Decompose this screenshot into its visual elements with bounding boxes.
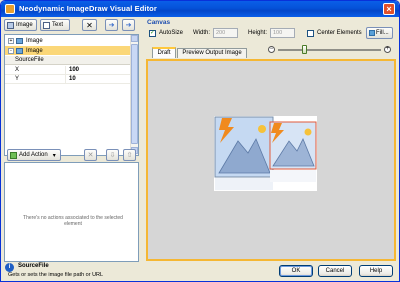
move-action-down-button[interactable]: ⇩ [106,149,119,161]
window-title: Neodynamic ImageDraw Visual Editor [19,4,157,13]
cancel-button[interactable]: Cancel [318,265,352,277]
property-key: X [15,67,20,73]
help-button[interactable]: Help [359,265,393,277]
property-help-description: Gets or sets the image file path or URL [8,272,104,278]
image-icon [7,21,14,29]
move-element-down-button[interactable]: ➔ [105,19,118,31]
property-value[interactable]: 10 [69,75,76,84]
add-text-button[interactable]: Text [40,19,70,31]
no-actions-message: There's no actions associated to the sel… [23,215,123,227]
canvas-panel: Canvas ✓ AutoSize Width: 200 Height: 100… [146,19,397,263]
info-icon: i [5,263,14,272]
tab-preview-output-image[interactable]: Preview Output Image [177,48,247,58]
tree-scrollbar[interactable] [130,35,138,155]
text-icon [43,21,50,29]
tree-item-selected[interactable]: - Image [5,46,131,55]
actions-list: There's no actions associated to the sel… [4,162,139,262]
delete-action-button[interactable]: ✕ [84,149,97,161]
tab-draft[interactable]: Draft [152,47,176,58]
actions-toolbar: Add Action ▾ ✕ ⇩ ⇧ [4,149,139,163]
property-row-sourcefile[interactable]: SourceFile [5,56,131,65]
width-label: Width: [193,30,211,36]
app-icon [5,4,15,14]
property-row[interactable]: X 100 [5,66,131,75]
ok-button[interactable]: OK [279,265,313,277]
left-panel: Image Text ✕ ➔ ➔ + Image - Image SourceF… [4,19,139,263]
image-element-2 [269,121,317,182]
add-text-label: Text [52,22,64,28]
dropdown-arrow-icon: ▾ [52,152,56,159]
zoom-slider-thumb[interactable] [301,45,307,54]
center-elements-checkbox[interactable] [307,30,314,37]
center-elements-label: Center Elements [317,30,362,36]
close-button[interactable]: × [383,3,395,15]
canvas-section-title: Canvas [147,19,171,26]
fill-label: Fill... [376,30,389,36]
canvas-drawing [214,116,317,191]
zoom-in-icon[interactable]: + [384,46,391,53]
add-image-button[interactable]: Image [4,19,37,31]
zoom-slider-track[interactable] [278,49,381,51]
move-element-up-button[interactable]: ➔ [122,19,135,31]
image-element-1 [214,116,274,190]
height-label: Height: [248,30,268,36]
title-bar[interactable]: Neodynamic ImageDraw Visual Editor × [1,1,399,17]
elements-tree: + Image - Image SourceFile X 100 Y 10 [4,34,139,156]
property-divider [65,66,66,75]
tree-item-label: Image [26,47,43,54]
move-action-up-button[interactable]: ⇧ [123,149,136,161]
property-row[interactable]: Y 10 [5,75,131,84]
property-value[interactable]: 100 [69,66,79,75]
add-action-label: Add Action [19,152,48,158]
tree-item[interactable]: + Image [5,36,131,45]
property-help-title: SourceFile [18,263,49,269]
collapse-icon[interactable]: - [8,47,14,54]
height-field[interactable]: 100 [270,28,295,38]
property-divider [65,75,66,84]
property-key: Y [15,76,20,82]
fill-icon [369,30,375,36]
add-image-label: Image [16,22,33,28]
scroll-thumb[interactable] [131,44,138,144]
autosize-label: AutoSize [159,30,184,36]
tree-item-label: Image [26,37,43,44]
zoom-out-icon[interactable]: − [268,46,275,53]
elements-toolbar: Image Text ✕ ➔ ➔ [4,19,139,33]
delete-element-button[interactable]: ✕ [82,19,97,31]
width-field[interactable]: 200 [213,28,238,38]
editor-window: Neodynamic ImageDraw Visual Editor × Ima… [0,0,400,282]
dialog-footer: i SourceFile Gets or sets the image file… [4,263,398,281]
image-icon [16,37,23,44]
add-icon [10,151,17,159]
scroll-up-arrow[interactable] [131,35,138,42]
add-action-button[interactable]: Add Action ▾ [7,149,61,161]
expand-icon[interactable]: + [8,37,14,44]
design-canvas[interactable] [146,59,396,261]
autosize-checkbox[interactable]: ✓ [149,30,156,37]
fill-button[interactable]: Fill... [366,27,393,39]
image-icon [16,47,23,54]
